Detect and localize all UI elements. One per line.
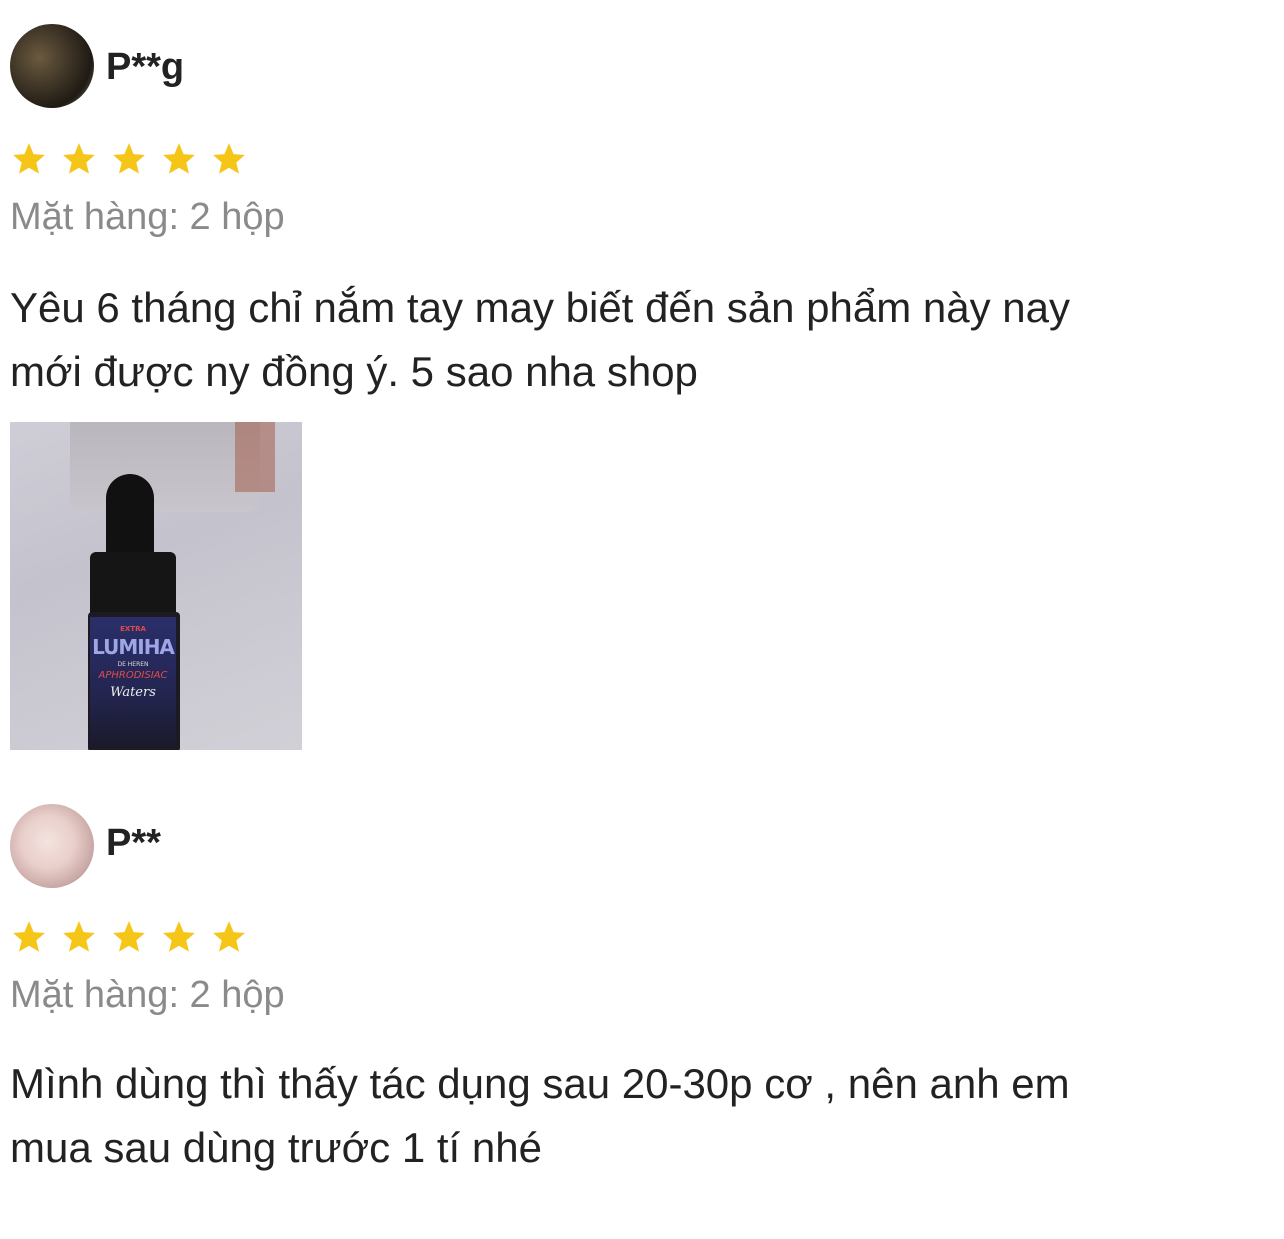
review-photo[interactable]: EXTRA LUMIHA DE HEREN APHRODISIAC Waters [10, 422, 302, 750]
dropper-bulb [106, 474, 154, 564]
comment-line: Mình dùng thì thấy tác dụng sau 20-30p c… [10, 1060, 1070, 1107]
star-icon [13, 921, 45, 952]
variation-label: Mặt hàng: 2 hộp [10, 196, 285, 238]
label-type: APHRODISIAC [98, 670, 168, 681]
rating-stars [10, 140, 248, 178]
username[interactable]: P**g [106, 46, 184, 89]
star-icon [113, 921, 145, 952]
star-icon [63, 921, 95, 952]
comment-line: mới được ny đồng ý. 5 sao nha shop [10, 348, 698, 395]
user-avatar[interactable] [10, 804, 94, 888]
label-sub: DE HEREN [117, 661, 149, 668]
star-icon [63, 143, 95, 174]
star-icon [163, 921, 195, 952]
comment-line: Yêu 6 tháng chỉ nắm tay may biết đến sản… [10, 284, 1070, 331]
label-name: Waters [110, 685, 156, 700]
user-avatar[interactable] [10, 24, 94, 108]
label-brand: LUMIHA [92, 635, 175, 659]
star-icon [13, 143, 45, 174]
star-icon [113, 143, 145, 174]
star-icon [163, 143, 195, 174]
variation-label: Mặt hàng: 2 hộp [10, 974, 285, 1016]
rating-stars [10, 918, 248, 956]
review-comment: Mình dùng thì thấy tác dụng sau 20-30p c… [10, 1052, 1250, 1180]
star-icon [213, 143, 245, 174]
label-extra: EXTRA [120, 625, 146, 633]
photo-background-object [235, 422, 275, 492]
username[interactable]: P** [106, 822, 161, 865]
bottle-label: EXTRA LUMIHA DE HEREN APHRODISIAC Waters [90, 617, 176, 747]
review-comment: Yêu 6 tháng chỉ nắm tay may biết đến sản… [10, 276, 1250, 404]
star-icon [213, 921, 245, 952]
photo-background-object [70, 422, 260, 512]
comment-line: mua sau dùng trước 1 tí nhé [10, 1124, 542, 1171]
